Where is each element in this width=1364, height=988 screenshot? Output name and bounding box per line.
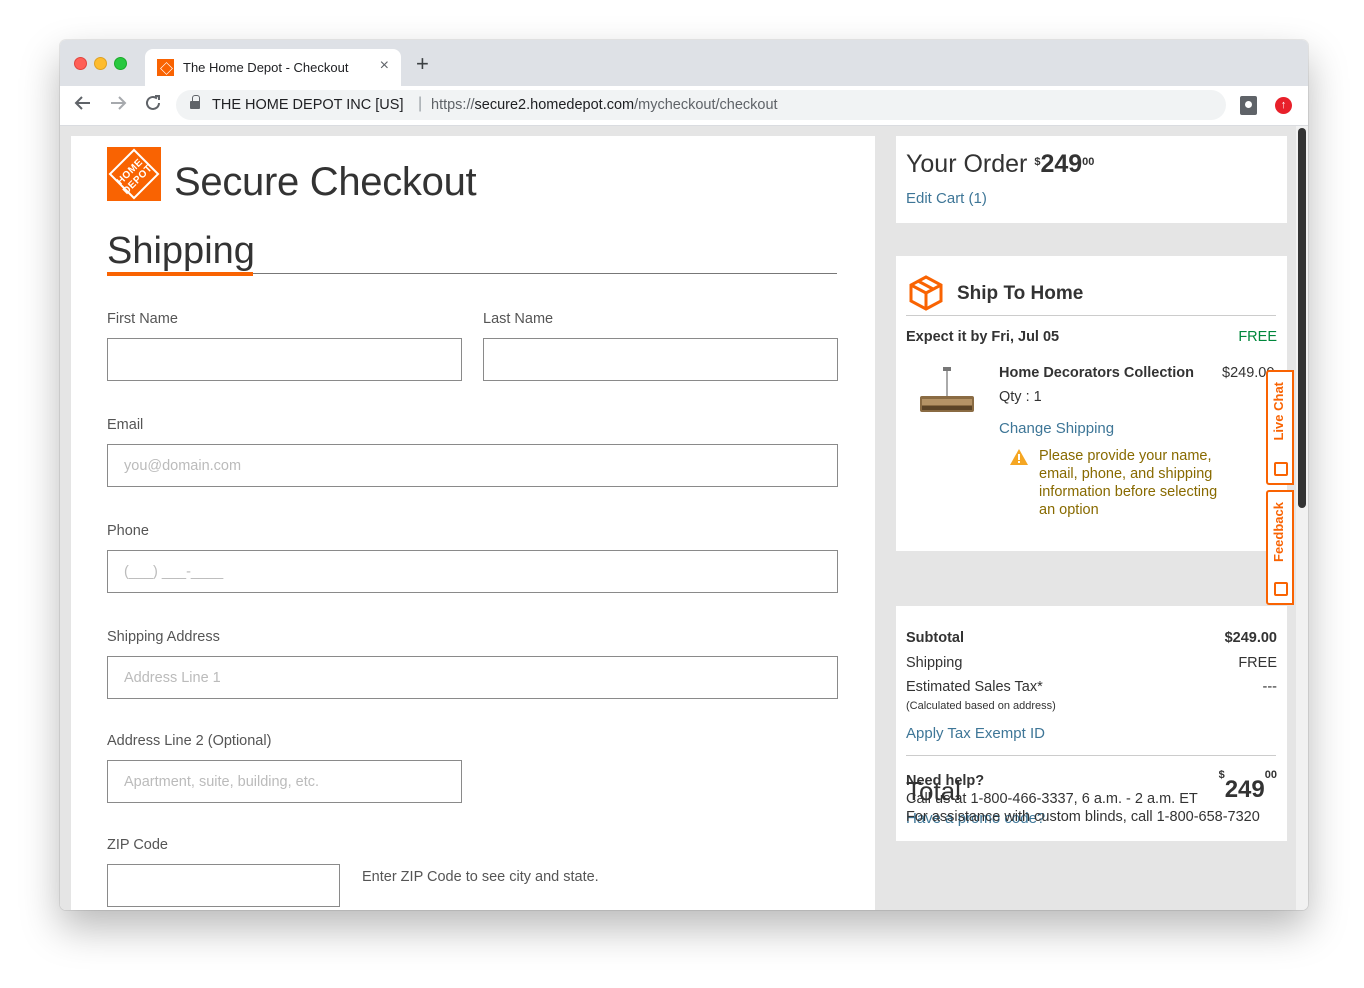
package-box-icon [909,275,943,311]
live-chat-tab[interactable]: Live Chat [1266,370,1294,485]
zip-code-hint: Enter ZIP Code to see city and state. [362,869,599,885]
back-arrow-icon[interactable] [74,94,92,117]
maximize-window-button[interactable] [114,57,127,70]
last-name-input[interactable] [483,338,838,381]
address-bar[interactable]: THE HOME DEPOT INC [US] | https://secure… [176,90,1226,120]
phone-label: Phone [107,523,149,539]
feedback-tab[interactable]: Feedback [1266,490,1294,605]
home-depot-favicon-icon [157,59,174,76]
browser-toolbar: THE HOME DEPOT INC [US] | https://secure… [60,86,1308,126]
scrollbar-thumb[interactable] [1298,128,1306,508]
address-line1-input[interactable] [107,656,838,699]
phone-input[interactable] [107,550,838,593]
browser-tab[interactable]: The Home Depot - Checkout × [145,49,401,86]
address-separator: | [418,95,423,112]
sales-tax-label: Estimated Sales Tax* [906,679,1043,695]
help-blinds-phone: For assistance with custom blinds, call … [906,809,1260,825]
help-title: Need help? [906,773,985,789]
page-title: Secure Checkout [174,160,477,204]
product-name[interactable]: Home Decorators Collection [999,365,1209,381]
home-depot-logo[interactable]: HOME DEPOT [107,147,161,201]
forward-arrow-icon[interactable] [109,94,127,117]
tab-strip: The Home Depot - Checkout × + [60,40,1308,86]
site-organization: THE HOME DEPOT INC [US] [212,97,404,113]
ship-divider [906,315,1276,316]
feedback-label: Feedback [1271,502,1286,562]
delivery-cost: FREE [1238,329,1277,345]
shipping-form-panel: HOME DEPOT Secure Checkout Shipping Firs… [71,136,875,910]
section-title-shipping: Shipping [107,230,255,272]
last-name-label: Last Name [483,311,554,327]
shipping-warning-message: Please provide your name, email, phone, … [1039,448,1218,518]
summary-divider [906,755,1276,756]
shipping-label: Shipping [906,655,963,671]
delivery-estimate: Expect it by Fri, Jul 05 [906,329,1060,345]
page-scrollbar[interactable] [1296,126,1308,910]
product-image[interactable] [918,366,976,424]
section-underline [107,272,253,276]
order-total: 249 [1040,150,1083,178]
email-input[interactable] [107,444,838,487]
sales-tax-value: --- [1262,679,1278,695]
feedback-form-icon [1274,582,1288,596]
your-order-card: Your Order $24900 Edit Cart (1) [896,136,1287,223]
help-phone: Call us at 1-800-466-3337, 6 a.m. - 2 a.… [906,791,1198,807]
zip-code-label: ZIP Code [107,837,168,853]
live-chat-label: Live Chat [1271,382,1286,441]
subtotal-value: $249.00 [1224,630,1277,646]
extension-upload-icon[interactable]: ↑ [1275,97,1292,114]
subtotal-label: Subtotal [906,630,964,646]
ship-to-home-card: Ship To Home Expect it by Fri, Jul 05 FR… [896,256,1287,551]
tab-close-icon[interactable]: × [380,57,389,75]
close-window-button[interactable] [74,57,87,70]
tab-title: The Home Depot - Checkout [183,60,349,75]
minimize-window-button[interactable] [94,57,107,70]
address-line2-label: Address Line 2 (Optional) [107,733,272,749]
edit-cart-link[interactable]: Edit Cart (1) [906,190,987,207]
first-name-label: First Name [107,311,178,327]
product-quantity: Qty : 1 [999,389,1042,405]
chat-bubble-icon [1274,462,1288,476]
shipping-value: FREE [1238,655,1277,671]
ship-to-home-title: Ship To Home [957,283,1084,304]
change-shipping-link[interactable]: Change Shipping [999,420,1114,437]
apply-tax-exempt-link[interactable]: Apply Tax Exempt ID [906,725,1045,742]
tax-note: (Calculated based on address) [906,700,1056,712]
reload-icon[interactable] [144,94,162,117]
order-title: Your Order $24900 [906,150,1095,178]
first-name-input[interactable] [107,338,462,381]
zip-code-input[interactable] [107,864,340,907]
lock-icon[interactable] [190,95,200,110]
shipping-address-label: Shipping Address [107,629,220,645]
extension-badge-icon[interactable] [1240,96,1257,115]
help-section: Need help? Call us at 1-800-466-3337, 6 … [906,772,1266,826]
address-line2-input[interactable] [107,760,462,803]
new-tab-button[interactable]: + [416,53,429,75]
email-label: Email [107,417,144,433]
warning-icon [1010,449,1028,465]
address-url[interactable]: https://secure2.homedepot.com/mycheckout… [431,97,778,113]
